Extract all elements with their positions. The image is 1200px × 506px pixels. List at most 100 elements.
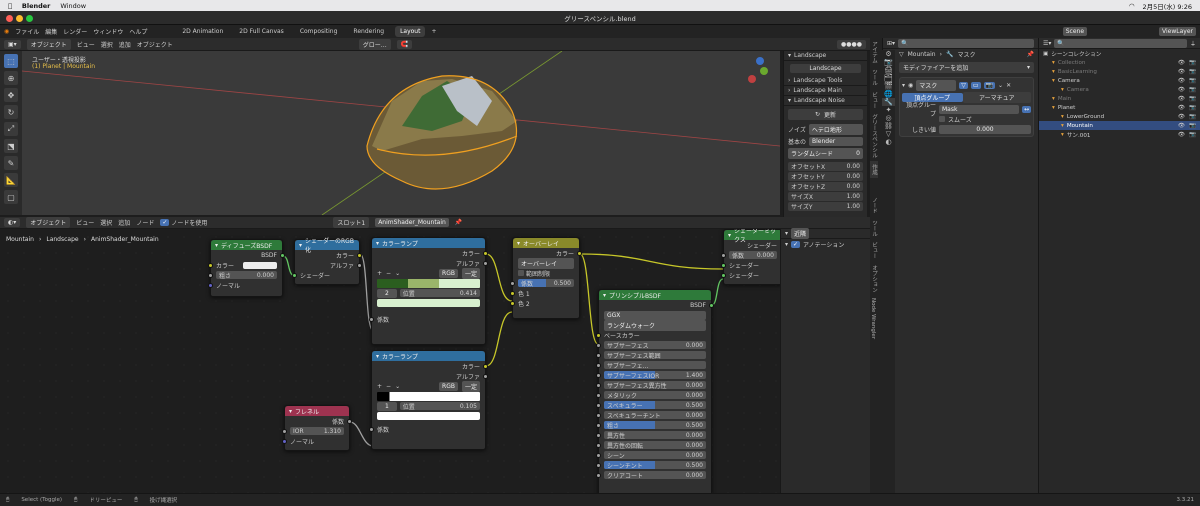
viewport-toggle-icon[interactable]: ▭ (970, 81, 981, 89)
principled-input-row[interactable]: サブサーフェ… (596, 360, 711, 370)
tab-options[interactable]: オプション (870, 262, 878, 296)
node-editor-type-button[interactable]: ◐▾ (4, 218, 21, 227)
minimize-window-button[interactable] (16, 14, 23, 22)
render-visibility-icon[interactable]: 📷 (1189, 132, 1196, 138)
visibility-icon[interactable]: 👁 (1178, 60, 1185, 66)
filter-icon[interactable]: ⏚ (1190, 39, 1196, 48)
apple-icon[interactable]:  (8, 2, 12, 10)
landscape-main-header[interactable]: › Landscape Main (784, 86, 867, 96)
tab-node-tool[interactable]: ツール (870, 217, 878, 240)
principled-input-row[interactable]: サブサーフェス範囲 (596, 350, 711, 360)
add-stop-button-2[interactable]: + (377, 383, 382, 390)
scene-selector[interactable]: Scene (1062, 27, 1088, 36)
threshold-field[interactable]: 0.000 (939, 124, 1031, 134)
3d-viewport[interactable]: ユーザー・透視投影 (1) Planet | Mountain (22, 51, 780, 215)
clamp-checkbox[interactable] (518, 270, 524, 276)
node-menu-add[interactable]: 追加 (118, 218, 130, 227)
modifier-name-field[interactable]: マスク (916, 79, 957, 91)
gizmo-z-icon[interactable] (756, 57, 764, 65)
principled-input-row[interactable]: サブサーフェス 0.000 (596, 340, 711, 350)
visibility-icon[interactable]: 👁 (1178, 105, 1185, 111)
select-tool-icon[interactable]: ⬚ (4, 54, 18, 68)
ramp2-mode-select[interactable]: RGB (439, 381, 458, 391)
principled-input-row[interactable]: シーンチント 0.500 (596, 460, 711, 470)
render-visibility-icon[interactable]: 📷 (1189, 87, 1196, 93)
props-pin-icon[interactable]: 📌 (1027, 51, 1034, 58)
landscape-noise-header[interactable]: ▾ Landscape Noise (784, 96, 867, 106)
menu-file[interactable]: ファイル (15, 27, 39, 36)
tab-node[interactable]: ノード (870, 194, 878, 217)
node-color-ramp-1[interactable]: ▾ カラーランプ カラー アルファ + − ⌄ RGB 一定 2 位置 0.414 係数 (369, 237, 488, 345)
vertex-group-field[interactable]: Mask (939, 104, 1019, 114)
principled-input-row[interactable]: 粗さ 0.500 (596, 420, 711, 430)
tab-item[interactable]: アイテム (870, 38, 878, 66)
add-cube-tool-icon[interactable]: ▢ (4, 190, 18, 204)
rotate-tool-icon[interactable]: ↻ (4, 105, 18, 119)
outliner-item[interactable]: ▾ Camera 👁 📷 (1039, 76, 1200, 85)
menu-render[interactable]: レンダー (63, 27, 87, 36)
principled-input-row[interactable]: サブサーフェスIOR 1.400 (596, 370, 711, 380)
visibility-icon[interactable]: 👁 (1178, 69, 1185, 75)
render-visibility-icon[interactable]: 📷 (1189, 69, 1196, 75)
render-visibility-icon[interactable]: 📷 (1189, 96, 1196, 102)
particles-props-icon[interactable]: ✦ (882, 106, 895, 114)
scale-tool-icon[interactable]: ⤢ (4, 122, 18, 136)
principled-input-row[interactable]: メタリック 0.000 (596, 390, 711, 400)
modifier-collapse-icon[interactable]: ▾ (902, 82, 905, 89)
distribution-select[interactable]: GGX (604, 310, 706, 320)
editmode-toggle-icon[interactable]: ▽ (959, 81, 968, 89)
noise-param-field[interactable]: サイズY 1.00 (788, 202, 863, 211)
editor-type-button[interactable]: ▣▾ (4, 39, 21, 49)
ramp2-index-field[interactable]: 1 (377, 401, 397, 411)
ramp1-position-field[interactable]: 位置 0.414 (399, 289, 480, 297)
ramp-menu-icon[interactable]: ⌄ (395, 270, 400, 277)
close-window-button[interactable] (6, 14, 13, 22)
node-principled-bsdf[interactable]: ▾ プリンシプルBSDF BSDF GGX ランダムウォーク ベースカラー サブサ… (596, 289, 714, 493)
tool-props-icon[interactable]: ⚙ (882, 50, 895, 58)
outliner-scene-collection[interactable]: ▣ シーンコレクション (1039, 49, 1200, 58)
render-toggle-icon[interactable]: 📷 (983, 81, 996, 89)
blender-logo-icon[interactable]: ◉ (4, 28, 9, 35)
node-mix-shader[interactable]: ▾ シェーダーミックス シェーダー 係数 0.000 シェーダー シェーダー (721, 229, 780, 285)
outliner-item[interactable]: ▾ Collection 👁 📷 (1039, 58, 1200, 67)
diffuse-color-swatch[interactable] (243, 261, 277, 269)
ramp2-interp-select[interactable]: 一定 (461, 380, 480, 392)
visibility-icon[interactable]: 👁 (1178, 96, 1185, 102)
outliner-item[interactable]: ▾ サン.001 👁 📷 (1039, 130, 1200, 139)
view-layer-props-icon[interactable]: 🗂 (882, 74, 895, 82)
diffuse-roughness-field[interactable]: 粗さ 0.000 (216, 271, 277, 279)
constraints-props-icon[interactable]: ⛓ (882, 122, 895, 130)
snap-icon[interactable]: 🧲 (396, 39, 413, 49)
tab-layout[interactable]: Layout (395, 26, 426, 37)
move-tool-icon[interactable]: ✥ (4, 88, 18, 102)
ramp2-gradient[interactable] (377, 391, 480, 401)
ramp1-mode-select[interactable]: RGB (439, 268, 458, 278)
output-props-icon[interactable]: 🖨 (882, 66, 895, 74)
node-menu-select[interactable]: 選択 (100, 218, 112, 227)
outliner-type-icon[interactable]: ☰▾ (1043, 40, 1051, 47)
add-modifier-button[interactable]: モディファイアーを追加 ▾ (899, 62, 1034, 73)
zoom-window-button[interactable] (26, 14, 33, 22)
viewport-menu-select[interactable]: 選択 (101, 40, 113, 49)
principled-input-row[interactable]: スペキュラーチント 0.000 (596, 410, 711, 420)
landscape-panel-header[interactable]: ▾ Landscape (784, 51, 867, 61)
node-editor[interactable]: Mountain › Landscape › AnimShader_Mountain… (0, 229, 780, 493)
modifier-props-icon[interactable]: 🔧 (882, 98, 895, 106)
landscape-button[interactable]: Landscape (790, 64, 861, 73)
render-visibility-icon[interactable]: 📷 (1189, 60, 1196, 66)
principled-input-row[interactable]: 異方性の回転 0.000 (596, 440, 711, 450)
properties-type-icon[interactable]: ⊞▾ (887, 40, 895, 47)
viewport-menu-add[interactable]: 追加 (119, 40, 131, 49)
menu-help[interactable]: ヘルプ (129, 27, 147, 36)
render-props-icon[interactable]: 📷 (882, 58, 895, 66)
noise-param-field[interactable]: オフセットY 0.00 (788, 172, 863, 181)
annotate-tool-icon[interactable]: ✎ (4, 156, 18, 170)
mac-window-menu[interactable]: Window (60, 2, 86, 10)
viewport-mode-select[interactable]: オブジェクト (26, 38, 71, 50)
slot-select[interactable]: スロット1 (333, 217, 370, 228)
modifier-menu-icon[interactable]: ⌄ (998, 82, 1003, 89)
smooth-checkbox[interactable] (939, 116, 945, 122)
item-field[interactable]: 近隣 (791, 228, 810, 239)
render-visibility-icon[interactable]: 📷 (1189, 105, 1196, 111)
tab-create[interactable]: 作成 (870, 161, 878, 178)
